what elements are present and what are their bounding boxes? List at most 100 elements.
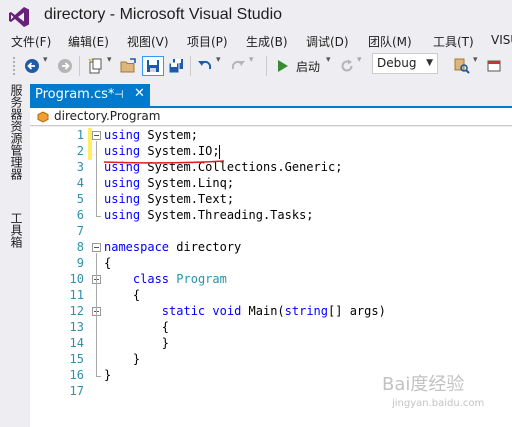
outline-guide-end [96, 376, 101, 377]
save-all-button[interactable] [166, 56, 186, 76]
type-token: Program [176, 272, 227, 286]
line-number: 4 [76, 176, 84, 190]
new-project-icon [88, 58, 102, 74]
text-caret [219, 145, 220, 159]
save-button[interactable] [142, 56, 164, 76]
line-number: 1 [76, 128, 84, 142]
left-tool-window-strip: 服务器资源管理器 工具箱 [0, 82, 28, 427]
redo-icon [231, 60, 245, 70]
back-arrow-icon [25, 59, 39, 73]
code-line[interactable]: 13 { [30, 320, 512, 336]
menu-team[interactable]: 团队(M) [368, 33, 412, 50]
undo-dropdown-chevron-icon[interactable]: ▾ [216, 55, 221, 65]
code-line[interactable]: 2 using System.IO; [30, 144, 512, 160]
window-title: directory - Microsoft Visual Studio [44, 6, 283, 23]
menu-tools[interactable]: 工具(T) [433, 33, 474, 50]
menu-edit[interactable]: 编辑(E) [68, 33, 109, 50]
find-dropdown-chevron-icon[interactable]: ▾ [473, 55, 478, 65]
code-line[interactable]: 15 } [30, 352, 512, 368]
open-folder-icon [120, 58, 136, 73]
refresh-dropdown-chevron-icon[interactable]: ▾ [357, 55, 362, 65]
line-number: 12 [69, 304, 84, 318]
menu-debug[interactable]: 调试(D) [306, 33, 349, 50]
navigate-back-button[interactable] [22, 56, 42, 76]
keyword-token: using [104, 208, 141, 222]
line-number: 6 [76, 208, 84, 222]
watermark: Bai度经验 [382, 374, 465, 395]
code-token: } [104, 352, 141, 366]
new-project-button[interactable] [84, 56, 106, 76]
title-bar: directory - Microsoft Visual Studio [0, 0, 512, 32]
pin-icon[interactable]: ⊣ [114, 88, 124, 101]
configuration-value: Debug [377, 56, 417, 70]
code-line[interactable]: 11 { [30, 288, 512, 304]
find-in-files-button[interactable] [452, 56, 472, 76]
refresh-button[interactable] [338, 56, 356, 76]
save-icon [147, 60, 159, 72]
code-line[interactable]: 5 using System.Text; [30, 192, 512, 208]
watermark-url: jingyan.baidu.com [392, 398, 485, 409]
line-number: 11 [69, 288, 84, 302]
code-line[interactable]: 6 using System.Threading.Tasks; [30, 208, 512, 224]
menu-view[interactable]: 视图(V) [127, 33, 169, 50]
start-debug-play-button[interactable] [275, 56, 291, 76]
code-line[interactable]: 9{ [30, 256, 512, 272]
new-dropdown-chevron-icon[interactable]: ▾ [107, 55, 112, 65]
undo-button[interactable] [195, 56, 215, 76]
keyword-token: namespace [104, 240, 170, 254]
keyword-token: string [284, 304, 329, 318]
start-dropdown-chevron-icon[interactable]: ▾ [326, 55, 331, 65]
line-number: 10 [69, 272, 84, 286]
toolbar-separator [266, 56, 267, 76]
toolbar-grip[interactable] [12, 56, 16, 76]
start-button-label[interactable]: 启动 [296, 58, 320, 75]
refresh-icon [341, 59, 353, 72]
toolbox-tab[interactable]: 工具箱 [8, 212, 23, 248]
redo-dropdown-chevron-icon[interactable]: ▾ [249, 55, 254, 65]
code-token: } [104, 368, 112, 382]
code-line[interactable]: 10 class Program [30, 272, 512, 288]
menu-file[interactable]: 文件(F) [11, 33, 51, 50]
unsaved-change-marker [88, 144, 92, 160]
menu-build[interactable]: 生成(B) [246, 33, 288, 50]
code-line[interactable]: 4 using System.Linq; [30, 176, 512, 192]
collapse-region-icon[interactable] [92, 131, 101, 140]
code-token: System; [140, 128, 198, 142]
code-token: System.Threading.Tasks; [140, 208, 314, 222]
code-token: { [104, 288, 141, 302]
outline-guide [96, 253, 97, 376]
line-number: 13 [69, 320, 84, 334]
keyword-token: static [161, 304, 206, 318]
redo-button[interactable] [228, 56, 248, 76]
menu-visualize[interactable]: VISU [491, 33, 512, 47]
code-text: using System.IO; [104, 144, 220, 158]
document-tab-program[interactable]: Program.cs* ⊣ ✕ [30, 84, 150, 106]
code-line[interactable]: 1 using System; [30, 128, 512, 144]
collapse-region-icon[interactable] [92, 243, 101, 252]
back-dropdown-chevron-icon[interactable]: ▾ [43, 55, 48, 65]
code-text: class Program [104, 272, 227, 286]
code-token: System.Text; [140, 192, 235, 206]
code-text: using System.Linq; [104, 176, 234, 190]
menu-project[interactable]: 项目(P) [187, 33, 228, 50]
keyword-token: using [104, 176, 141, 190]
code-line[interactable]: 7 [30, 224, 512, 240]
navigation-bar[interactable]: directory.Program [30, 108, 512, 126]
keyword-token: void [212, 304, 242, 318]
extra-tool-button[interactable] [484, 56, 504, 76]
code-text: } [104, 368, 111, 382]
visual-studio-logo-icon [9, 7, 29, 27]
undo-icon [198, 60, 212, 70]
navigate-forward-button[interactable] [55, 56, 75, 76]
code-token: System.Linq; [140, 176, 235, 190]
toolbar-separator [190, 56, 191, 76]
server-explorer-tab[interactable]: 服务器资源管理器 [8, 84, 23, 180]
play-icon [278, 60, 288, 72]
code-line[interactable]: 12 static void Main(string[] args) [30, 304, 512, 320]
close-icon[interactable]: ✕ [134, 86, 145, 101]
code-line[interactable]: 8 namespace directory [30, 240, 512, 256]
code-line[interactable]: 14 } [30, 336, 512, 352]
solution-configuration-select[interactable]: Debug ▼ [372, 53, 438, 74]
open-file-button[interactable] [118, 56, 140, 76]
